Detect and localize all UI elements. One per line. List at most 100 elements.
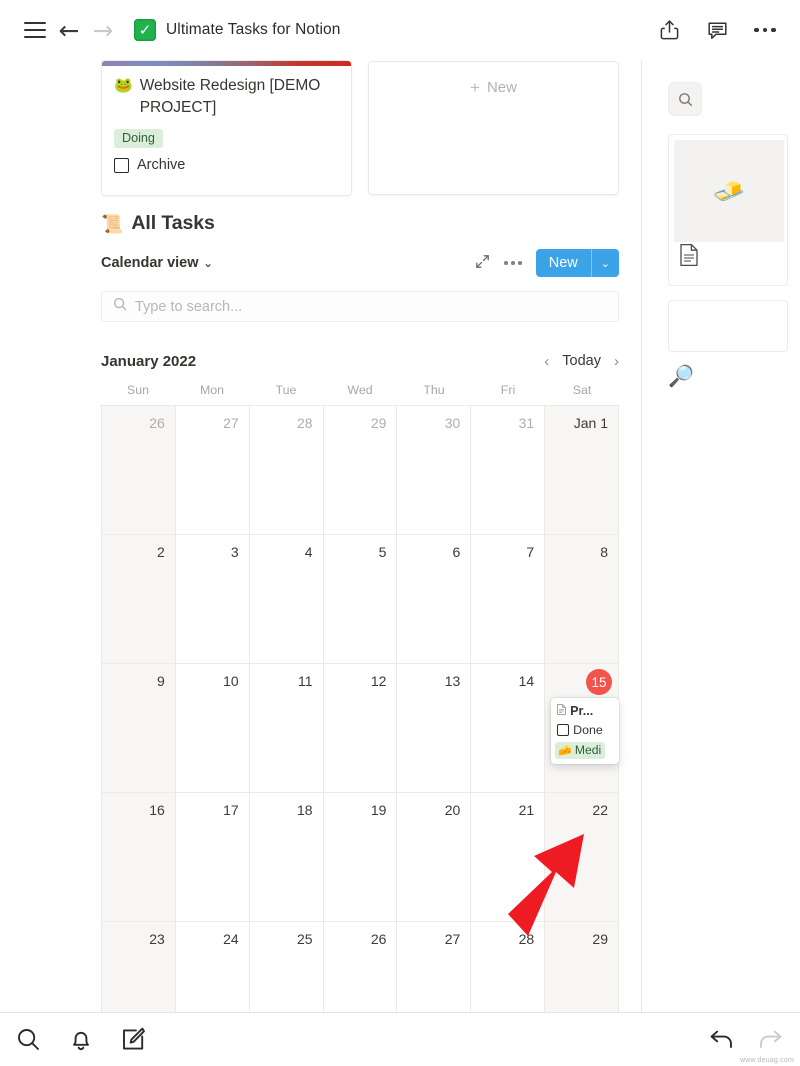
event-done-checkbox[interactable] <box>557 724 570 736</box>
calendar-grid: 26 27 28 29 30 31 Jan 1 2 3 4 5 6 7 8 9 10 11 12 13 14 15 Pr.… <box>101 405 620 1012</box>
calendar-weekday-mon: Mon <box>199 383 225 397</box>
event-done-row[interactable]: Done <box>557 723 614 737</box>
calendar-day-cell[interactable]: 28 <box>471 922 546 1012</box>
calendar-day-cell[interactable]: 12 <box>323 664 398 793</box>
calendar-day-number: 5 <box>378 544 387 560</box>
status-badge: Doing <box>114 129 163 148</box>
event-tag-label: Medi <box>574 743 602 757</box>
new-button-caret-icon[interactable]: ⌄ <box>592 249 619 277</box>
page-tab[interactable]: ✓ Ultimate Tasks for Notion <box>134 19 341 41</box>
top-app-bar: ← → ✓ Ultimate Tasks for Notion <box>0 0 800 60</box>
calendar-day-cell[interactable]: 30 <box>397 406 472 535</box>
event-tag-row: 🧀 Medi <box>555 742 614 759</box>
comment-icon[interactable] <box>700 13 734 47</box>
calendar-day-cell[interactable]: 29 <box>545 922 619 1012</box>
calendar-day-cell[interactable]: 20 <box>397 793 472 922</box>
calendar-day-cell[interactable]: 31 <box>471 406 546 535</box>
watermark: www.deuag.com <box>740 1057 794 1064</box>
calendar-day-cell[interactable]: 15 Pr... Done 🧀 Medi <box>545 664 620 793</box>
chevron-right-icon[interactable]: › <box>614 354 619 369</box>
calendar-day-cell[interactable]: 13 <box>397 664 472 793</box>
calendar-day-number: 26 <box>149 415 165 431</box>
share-icon[interactable] <box>652 13 686 47</box>
compose-icon[interactable] <box>121 1027 145 1052</box>
calendar-day-number: 14 <box>518 673 535 689</box>
new-button[interactable]: New ⌄ <box>535 249 619 277</box>
expand-icon[interactable] <box>475 254 490 273</box>
calendar-day-cell[interactable]: 8 <box>545 535 619 664</box>
database-heading[interactable]: 📜 All Tasks <box>101 212 619 235</box>
calendar-day-number: 8 <box>600 544 608 560</box>
new-card-placeholder[interactable]: + New <box>368 61 619 195</box>
calendar-nav: ‹ Today › <box>544 353 619 369</box>
calendar-day-cell[interactable]: 16 <box>102 793 176 922</box>
scroll-icon: 📜 <box>101 213 124 234</box>
calendar-day-cell[interactable]: 17 <box>175 793 250 922</box>
search-input[interactable]: Type to search... <box>135 299 242 315</box>
search-icon[interactable] <box>16 1027 41 1052</box>
calendar-day-cell[interactable]: 29 <box>323 406 398 535</box>
calendar-day-cell[interactable]: 2 <box>102 535 176 664</box>
calendar-day-cell[interactable]: 25 <box>249 922 324 1012</box>
undo-icon[interactable] <box>708 1028 735 1052</box>
archive-label: Archive <box>137 157 186 173</box>
notion-page-column: 🐸 Website Redesign [DEMO PROJECT] Doing … <box>0 60 641 1012</box>
calendar-day-cell[interactable]: 22 <box>545 793 619 922</box>
calendar-day-cell[interactable]: 26 <box>323 922 398 1012</box>
panel-preview-card[interactable]: 🧈 <box>668 134 788 286</box>
calendar-event-card[interactable]: Pr... Done 🧀 Medi <box>551 698 620 764</box>
right-side-panel: 🧈 🔎 <box>641 60 800 1012</box>
calendar-day-number: 26 <box>370 931 387 947</box>
calendar-day-cell[interactable]: 19 <box>323 793 398 922</box>
calendar-day-cell[interactable]: 28 <box>249 406 324 535</box>
calendar-day-cell[interactable]: 24 <box>175 922 250 1012</box>
calendar-day-cell[interactable]: 4 <box>249 535 324 664</box>
calendar-day-cell[interactable]: 26 <box>102 406 176 535</box>
database-view-bar: Calendar view ⌄ New ⌄ <box>101 249 619 277</box>
panel-search-button[interactable] <box>668 82 702 116</box>
calendar-day-cell[interactable]: 11 <box>249 664 324 793</box>
search-icon <box>113 297 127 316</box>
view-more-icon[interactable] <box>503 261 522 265</box>
chevron-left-icon[interactable]: ‹ <box>544 354 549 369</box>
forward-arrow-icon[interactable]: → <box>86 13 120 47</box>
calendar-day-cell[interactable]: 21 <box>471 793 546 922</box>
project-card[interactable]: 🐸 Website Redesign [DEMO PROJECT] Doing … <box>101 60 352 196</box>
view-selector[interactable]: Calendar view ⌄ <box>101 255 213 271</box>
archive-property-row[interactable]: Archive <box>114 157 339 173</box>
calendar-day-cell[interactable]: 6 <box>397 535 472 664</box>
calendar-weekday-thu: Thu <box>423 383 445 397</box>
archive-checkbox[interactable] <box>114 157 129 173</box>
project-card-title: Website Redesign [DEMO PROJECT] <box>139 77 321 116</box>
calendar-day-cell[interactable]: Jan 1 <box>545 406 619 535</box>
calendar-day-number: Jan 1 <box>573 415 608 431</box>
project-card-title-row: 🐸 Website Redesign [DEMO PROJECT] <box>114 75 339 119</box>
page-icon <box>557 704 566 718</box>
calendar-day-cell[interactable]: 7 <box>471 535 546 664</box>
calendar-day-number: 16 <box>149 802 165 818</box>
view-tools: New ⌄ <box>475 249 619 277</box>
calendar-day-cell[interactable]: 10 <box>175 664 250 793</box>
database-search-bar[interactable]: Type to search... <box>101 291 619 322</box>
calendar-day-cell[interactable]: 9 <box>102 664 176 793</box>
calendar-day-cell[interactable]: 23 <box>102 922 176 1012</box>
board-cards-row: 🐸 Website Redesign [DEMO PROJECT] Doing … <box>101 60 619 196</box>
calendar-day-number: 6 <box>452 544 461 560</box>
calendar-day-cell[interactable]: 27 <box>175 406 250 535</box>
app-root: ← → ✓ Ultimate Tasks for Notion 🐸 Websit… <box>0 0 800 1066</box>
calendar-day-cell[interactable]: 27 <box>397 922 472 1012</box>
calendar-day-number: 19 <box>370 802 387 818</box>
calendar-day-cell[interactable]: 18 <box>249 793 324 922</box>
redo-icon[interactable] <box>757 1028 784 1052</box>
more-options-icon[interactable] <box>748 13 782 47</box>
view-selector-label: Calendar view <box>101 255 199 271</box>
hamburger-menu-icon[interactable] <box>18 13 52 47</box>
today-button[interactable]: Today <box>562 353 601 369</box>
event-title: Pr... <box>570 704 594 718</box>
panel-secondary-box[interactable] <box>668 300 788 352</box>
calendar-day-cell[interactable]: 5 <box>323 535 398 664</box>
calendar-day-cell[interactable]: 3 <box>175 535 250 664</box>
calendar-day-cell[interactable]: 14 <box>471 664 546 793</box>
bell-icon[interactable] <box>69 1027 93 1052</box>
back-arrow-icon[interactable]: ← <box>52 13 86 47</box>
